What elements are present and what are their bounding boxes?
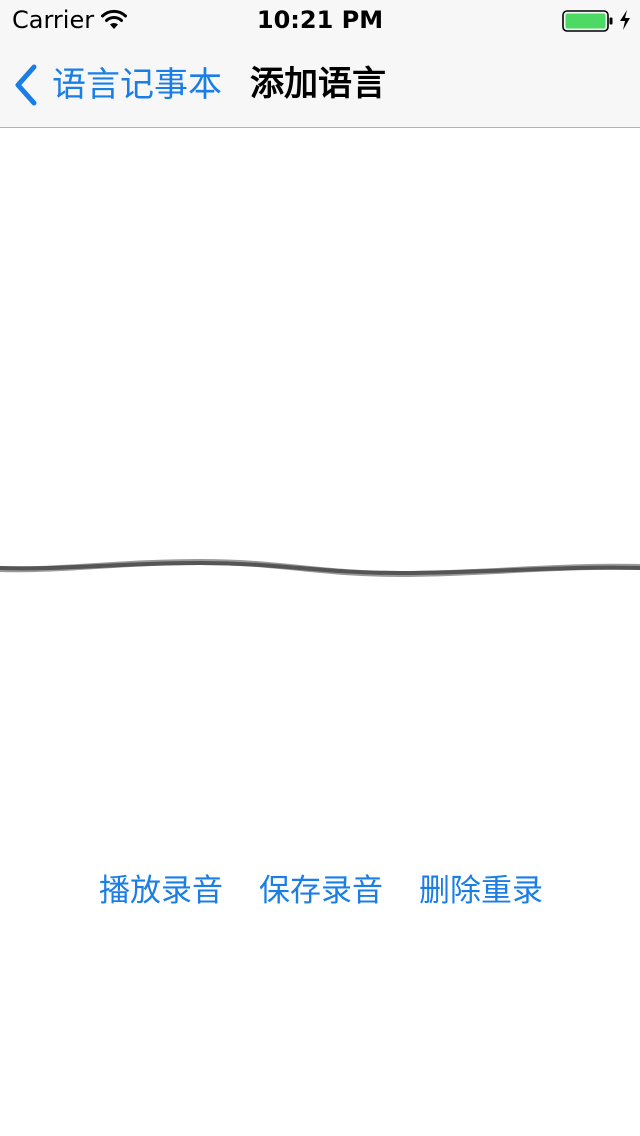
back-button[interactable]: 语言记事本 [12,62,222,108]
bolt-icon [620,10,630,30]
audio-waveform [0,558,640,578]
chevron-left-icon [15,64,37,106]
page-title: 添加语言 [250,64,386,104]
screen: Carrier 10:21 PM 语言记事本 添加语言 播放录音 保存录音 删除… [0,0,640,1136]
delete-rerecord-button[interactable]: 删除重录 [419,866,543,916]
recording-actions: 播放录音 保存录音 删除重录 [0,866,640,916]
navigation-bar: 语言记事本 添加语言 [0,40,640,128]
status-bar: Carrier 10:21 PM [0,0,640,40]
status-time: 10:21 PM [256,6,384,34]
back-button-label: 语言记事本 [52,65,222,105]
battery-icon [562,10,613,32]
save-recording-button[interactable]: 保存录音 [259,866,383,916]
play-recording-button[interactable]: 播放录音 [99,866,223,916]
